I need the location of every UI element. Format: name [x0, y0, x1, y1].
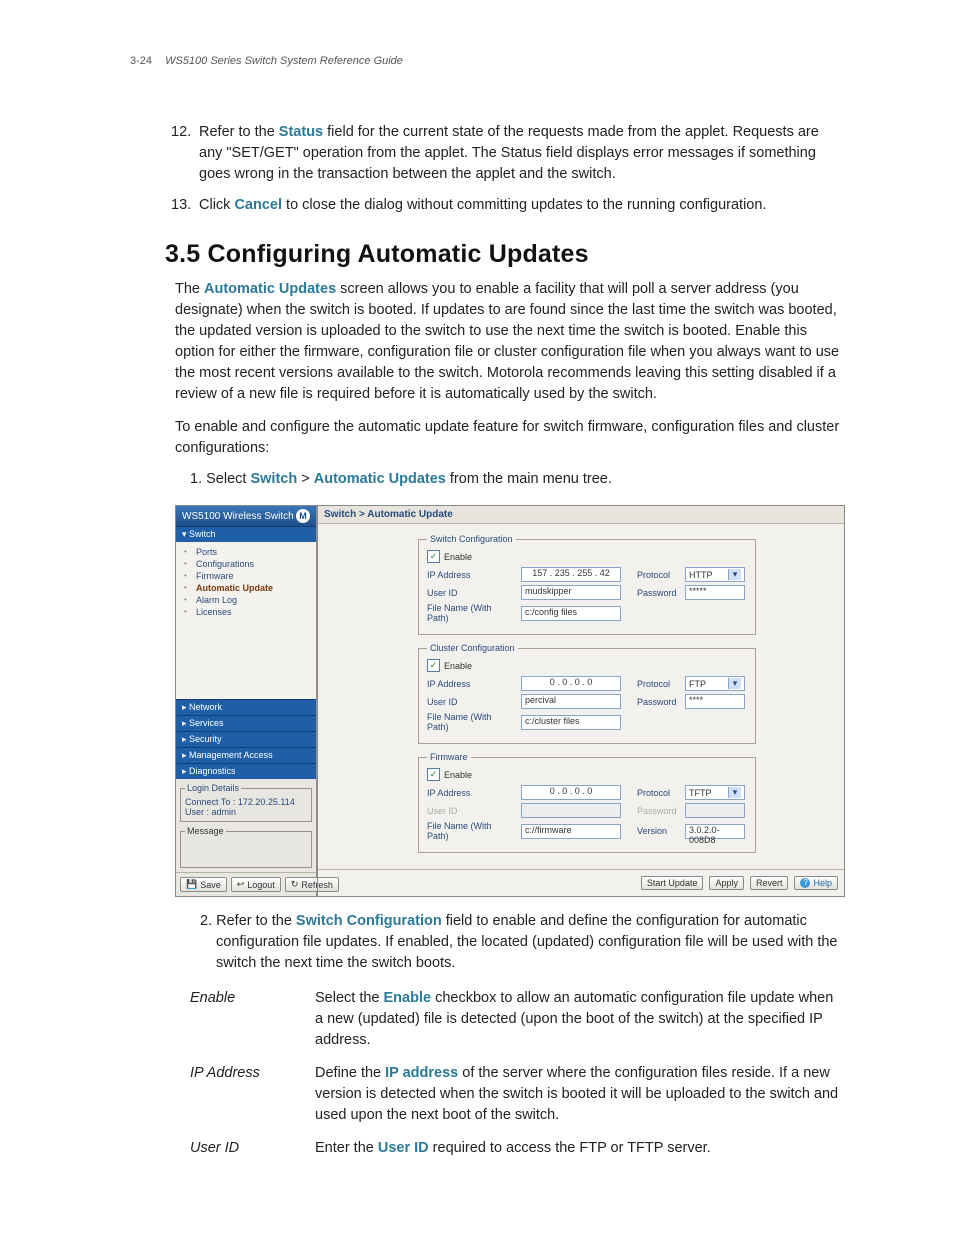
protocol-select[interactable]: TFTP▾	[685, 785, 745, 800]
apply-button[interactable]: Apply	[709, 876, 744, 890]
save-button[interactable]: 💾Save	[180, 877, 227, 892]
userid-input[interactable]: percival	[521, 694, 621, 709]
accordion-network[interactable]: ▸ Network	[176, 699, 316, 715]
definition-table: Enable Select the Enable checkbox to all…	[190, 988, 844, 1159]
auto-updates-keyword: Automatic Updates	[204, 281, 336, 297]
filename-input[interactable]: c:/config files	[521, 606, 621, 621]
message-box: Message	[180, 826, 312, 868]
accordion-diagnostics[interactable]: ▸ Diagnostics	[176, 763, 316, 779]
version-input[interactable]: 3.0.2.0-008D8	[685, 824, 745, 839]
enable-checkbox[interactable]: ✓	[427, 659, 440, 672]
ip-input[interactable]: 0 . 0 . 0 . 0	[521, 785, 621, 800]
protocol-select[interactable]: HTTP▾	[685, 567, 745, 582]
tree-licenses[interactable]: Licenses	[180, 606, 312, 618]
login-details: Login Details Connect To : 172.20.25.114…	[180, 783, 312, 822]
def-row-enable: Enable Select the Enable checkbox to all…	[190, 988, 844, 1051]
help-button[interactable]: ?Help	[794, 876, 838, 890]
status-keyword: Status	[279, 124, 323, 140]
accordion-security[interactable]: ▸ Security	[176, 731, 316, 747]
step-2: 2. Refer to the Switch Configuration fie…	[200, 911, 844, 974]
ip-input[interactable]: 0 . 0 . 0 . 0	[521, 676, 621, 691]
chevron-down-icon: ▾	[728, 678, 741, 689]
list-number: 12.	[171, 122, 191, 143]
nav-tree: Ports Configurations Firmware Automatic …	[176, 542, 316, 699]
app-window: WS5100 Wireless Switch M ▾ Switch Ports …	[175, 505, 845, 897]
def-row-ip: IP Address Define the IP address of the …	[190, 1063, 844, 1126]
logout-icon: ↩	[237, 879, 245, 890]
list-item-13: 13. Click Cancel to close the dialog wit…	[185, 195, 844, 216]
group-firmware: Firmware ✓Enable IP Address 0 . 0 . 0 . …	[418, 752, 756, 853]
main-toolbar: Start Update Apply Revert ?Help	[318, 869, 844, 896]
start-update-button[interactable]: Start Update	[641, 876, 704, 890]
enable-checkbox[interactable]: ✓	[427, 550, 440, 563]
accordion-switch[interactable]: ▾ Switch	[176, 526, 316, 542]
revert-button[interactable]: Revert	[750, 876, 789, 890]
help-icon: ?	[800, 878, 810, 888]
accordion-management-access[interactable]: ▸ Management Access	[176, 747, 316, 763]
def-row-userid: User ID Enter the User ID required to ac…	[190, 1138, 844, 1159]
cancel-keyword: Cancel	[234, 197, 282, 213]
sidebar-toolbar: 💾Save ↩Logout ↻Refresh	[176, 872, 316, 896]
connect-ip: 172.20.25.114	[238, 797, 295, 807]
sidebar: WS5100 Wireless Switch M ▾ Switch Ports …	[176, 506, 317, 896]
group-cluster-configuration: Cluster Configuration ✓Enable IP Address…	[418, 643, 756, 744]
chevron-down-icon: ▾	[728, 569, 741, 580]
ip-input[interactable]: 157 . 235 . 255 . 42	[521, 567, 621, 582]
list-item-12: 12. Refer to the Status field for the cu…	[185, 122, 844, 185]
enable-checkbox[interactable]: ✓	[427, 768, 440, 781]
userid-input	[521, 803, 621, 818]
intro-para-1: The Automatic Updates screen allows you …	[175, 279, 844, 405]
protocol-select[interactable]: FTP▾	[685, 676, 745, 691]
page-number: 3-24	[130, 55, 152, 67]
group-switch-configuration: Switch Configuration ✓Enable IP Address …	[418, 534, 756, 635]
userid-input[interactable]: mudskipper	[521, 585, 621, 600]
login-user: admin	[212, 807, 237, 817]
chevron-down-icon: ▾	[728, 787, 741, 798]
tree-configurations[interactable]: Configurations	[180, 558, 312, 570]
refresh-icon: ↻	[291, 879, 299, 890]
intro-para-2: To enable and configure the automatic up…	[175, 417, 844, 459]
main-panel: Switch > Automatic Update Switch Configu…	[317, 506, 844, 896]
password-input	[685, 803, 745, 818]
page-header: 3-24 WS5100 Series Switch System Referen…	[130, 55, 844, 67]
tree-automatic-update[interactable]: Automatic Update	[180, 582, 312, 594]
breadcrumb: Switch > Automatic Update	[318, 506, 844, 524]
tree-alarm-log[interactable]: Alarm Log	[180, 594, 312, 606]
tree-firmware[interactable]: Firmware	[180, 570, 312, 582]
motorola-icon: M	[296, 509, 310, 523]
step-1: 1. Select Switch > Automatic Updates fro…	[190, 471, 844, 487]
filename-input[interactable]: c://firmware	[521, 824, 621, 839]
doc-title: WS5100 Series Switch System Reference Gu…	[165, 55, 403, 67]
save-icon: 💾	[186, 879, 197, 890]
logout-button[interactable]: ↩Logout	[231, 877, 281, 892]
filename-input[interactable]: c:/cluster files	[521, 715, 621, 730]
password-input[interactable]: ****	[685, 694, 745, 709]
accordion-services[interactable]: ▸ Services	[176, 715, 316, 731]
list-number: 13.	[171, 195, 191, 216]
tree-ports[interactable]: Ports	[180, 546, 312, 558]
password-input[interactable]: *****	[685, 585, 745, 600]
section-heading: 3.5 Configuring Automatic Updates	[165, 240, 844, 269]
sidebar-title: WS5100 Wireless Switch M	[176, 506, 316, 526]
